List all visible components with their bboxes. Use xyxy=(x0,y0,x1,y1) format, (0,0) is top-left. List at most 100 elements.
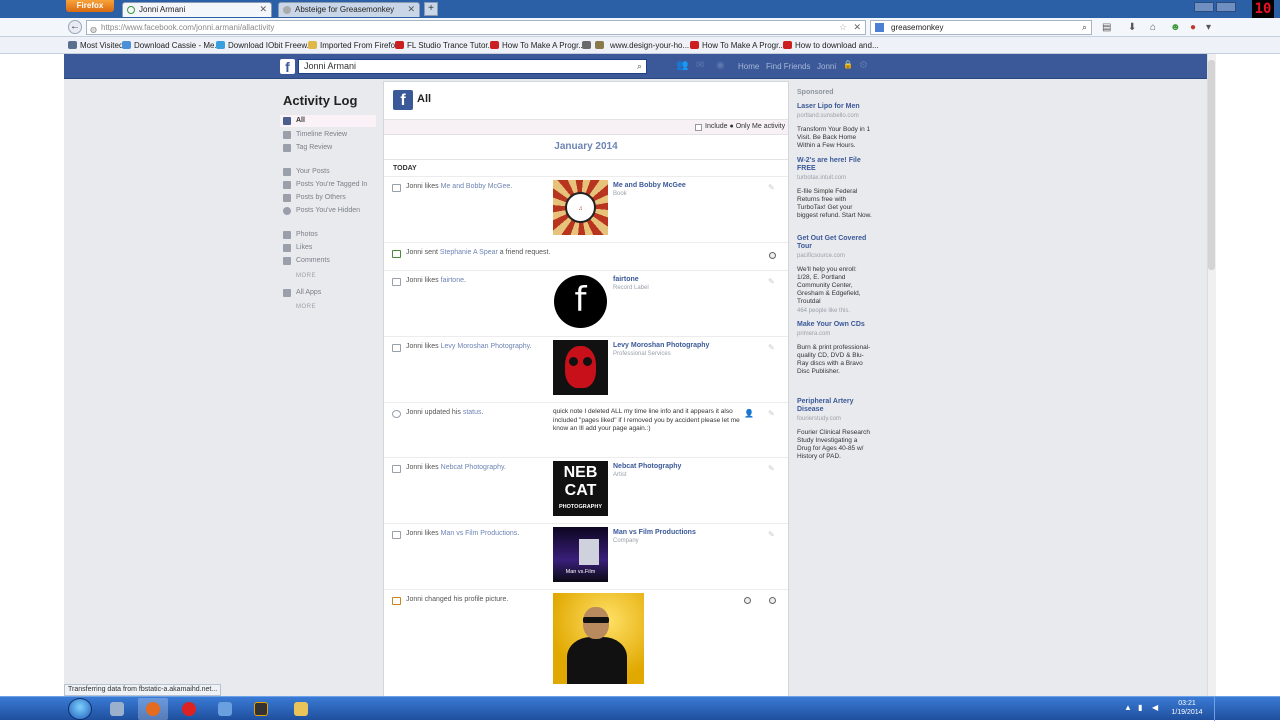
page-thumbnail[interactable]: f xyxy=(553,274,608,329)
clock[interactable]: 03:21 1/19/2014 xyxy=(1168,699,1206,717)
bookmark-item[interactable]: www.design-your-ho... xyxy=(582,37,689,54)
greasemonkey-icon[interactable]: ☻ xyxy=(1170,22,1181,33)
page-thumbnail[interactable] xyxy=(553,340,608,395)
edit-pencil-icon[interactable]: ✎ xyxy=(768,343,775,352)
privacy-icon[interactable] xyxy=(769,252,776,259)
show-desktop-button[interactable] xyxy=(1214,697,1220,721)
tray-arrow-icon[interactable]: ▲ xyxy=(1124,703,1132,712)
close-tab-icon[interactable]: ✕ xyxy=(407,3,415,16)
find-friends-link[interactable]: Find Friends xyxy=(766,62,810,71)
activity-link[interactable]: Stephanie A Spear xyxy=(440,249,498,256)
activity-link[interactable]: status xyxy=(463,409,482,416)
edit-pencil-icon[interactable]: ✎ xyxy=(768,277,775,286)
ad-item[interactable]: W-2's are here! File FREE turbotax.intui… xyxy=(797,157,872,220)
bookmark-item[interactable]: How To Make A Progr... xyxy=(490,37,585,54)
ad-item[interactable]: Laser Lipo for Men portland.sunsbello.co… xyxy=(797,103,872,150)
sidebar-item-posts-by-others[interactable]: Posts by Others xyxy=(280,192,376,204)
facebook-search-input[interactable]: Jonni Armani ⌕ xyxy=(298,59,647,74)
stop-icon[interactable]: ✕ xyxy=(853,21,861,34)
facebook-logo[interactable]: f xyxy=(280,59,295,75)
page-name-link[interactable]: fairtone xyxy=(613,276,639,283)
ad-title[interactable]: Make Your Own CDs xyxy=(797,321,872,329)
sidebar-item-all[interactable]: All xyxy=(280,115,376,127)
settings-gear-icon[interactable]: ⚙ xyxy=(859,60,868,71)
sidebar-item-tagged[interactable]: Posts You're Tagged In xyxy=(280,179,376,191)
bookmark-item[interactable]: Download Cassie - Me... xyxy=(122,37,221,54)
ad-title[interactable]: Get Out Get Covered Tour xyxy=(797,235,872,251)
home-link[interactable]: Home xyxy=(738,62,759,71)
public-globe-icon[interactable] xyxy=(744,597,751,604)
ad-title[interactable]: Laser Lipo for Men xyxy=(797,103,872,111)
sidebar-item-comments[interactable]: Comments xyxy=(280,255,376,267)
page-name-link[interactable]: Nebcat Photography xyxy=(613,463,681,470)
bookmark-item[interactable]: How To Make A Progr... xyxy=(690,37,785,54)
bookmark-item[interactable]: Most Visited xyxy=(68,37,123,54)
ad-item[interactable]: Peripheral Artery Disease fourierstudy.c… xyxy=(797,398,872,461)
new-tab-button[interactable]: + xyxy=(424,2,438,16)
sidebar-item-hidden[interactable]: Posts You've Hidden xyxy=(280,205,376,217)
scrollbar-thumb[interactable] xyxy=(1208,60,1215,270)
more-link[interactable]: MORE xyxy=(296,304,316,310)
edit-pencil-icon[interactable]: ✎ xyxy=(768,464,775,473)
start-button[interactable] xyxy=(68,698,92,720)
messages-icon[interactable]: ✉ xyxy=(696,60,704,71)
ad-title[interactable]: W-2's are here! File FREE xyxy=(797,157,872,173)
firefox-menu-button[interactable]: Firefox xyxy=(66,0,114,12)
ad-title[interactable]: Peripheral Artery Disease xyxy=(797,398,872,414)
friends-privacy-icon[interactable]: 👤 xyxy=(744,409,754,418)
more-link[interactable]: MORE xyxy=(296,273,316,279)
ad-item[interactable]: Get Out Get Covered Tour pacificsource.c… xyxy=(797,235,872,315)
profile-picture-thumbnail[interactable] xyxy=(553,593,644,684)
download-icon[interactable]: ⬇ xyxy=(1128,22,1136,33)
activity-link[interactable]: Me and Bobby McGee xyxy=(441,183,511,190)
minimize-button[interactable] xyxy=(1194,2,1214,12)
bookmark-item[interactable]: Imported From Firefox xyxy=(308,37,399,54)
sidebar-item-tag-review[interactable]: Tag Review xyxy=(280,142,376,154)
sidebar-item-likes[interactable]: Likes xyxy=(280,242,376,254)
taskbar-app-firefox[interactable] xyxy=(138,698,168,720)
network-tray-icon[interactable]: ▮ xyxy=(1138,703,1142,712)
taskbar-app-network[interactable] xyxy=(210,698,240,720)
privacy-shortcuts-icon[interactable]: 🔒 xyxy=(843,60,853,69)
url-bar[interactable]: ◍ https://www.facebook.com/jonni.armani/… xyxy=(86,20,866,35)
edit-pencil-icon[interactable]: ✎ xyxy=(768,530,775,539)
close-tab-icon[interactable]: ✕ xyxy=(259,3,267,16)
sidebar-item-timeline-review[interactable]: Timeline Review xyxy=(280,129,376,141)
sidebar-item-your-posts[interactable]: Your Posts xyxy=(280,166,376,178)
edit-pencil-icon[interactable]: ✎ xyxy=(768,409,775,418)
taskbar-app-blocked[interactable] xyxy=(174,698,204,720)
include-only-me-checkbox[interactable] xyxy=(695,124,702,131)
page-thumbnail[interactable]: Man vs.Film xyxy=(553,527,608,582)
bookmark-item[interactable]: Download IObit Freew... xyxy=(216,37,313,54)
taskbar-app-explorer[interactable] xyxy=(286,698,316,720)
menu-icon[interactable]: ▾ xyxy=(1206,22,1211,33)
edit-pencil-icon[interactable]: ✎ xyxy=(768,183,775,192)
sidebar-item-photos[interactable]: Photos xyxy=(280,229,376,241)
page-thumbnail[interactable]: NEB CAT PHOTOGRAPHY xyxy=(553,461,608,516)
friend-requests-icon[interactable]: 👥 xyxy=(676,60,688,71)
search-bar[interactable]: greasemonkey ⌕ xyxy=(870,20,1092,35)
sidebar-item-all-apps[interactable]: All Apps xyxy=(280,287,376,299)
bookmark-item[interactable]: How to download and... xyxy=(783,37,879,54)
page-name-link[interactable]: Me and Bobby McGee xyxy=(613,182,686,189)
activity-link[interactable]: fairtone xyxy=(441,277,464,284)
page-name-link[interactable]: Man vs Film Productions xyxy=(613,529,696,536)
maximize-button[interactable] xyxy=(1216,2,1236,12)
page-name-link[interactable]: Levy Moroshan Photography xyxy=(613,342,709,349)
search-icon[interactable]: ⌕ xyxy=(637,60,642,73)
bookmark-star-icon[interactable]: ☆ xyxy=(839,21,847,34)
search-icon[interactable]: ⌕ xyxy=(1082,21,1087,34)
volume-icon[interactable]: ◀ xyxy=(1152,703,1158,712)
ad-item[interactable]: Make Your Own CDs primera.com Burn & pri… xyxy=(797,321,872,376)
activity-link[interactable]: Levy Moroshan Photography xyxy=(441,343,530,350)
activity-link[interactable]: Nebcat Photography xyxy=(441,464,504,471)
tab-absteige[interactable]: Absteige for Greasemonkey ✕ xyxy=(278,2,420,17)
taskbar-app-search[interactable] xyxy=(102,698,132,720)
bookmarks-menu-icon[interactable]: ▤ xyxy=(1102,22,1111,33)
bookmark-item[interactable]: FL Studio Trance Tutor... xyxy=(395,37,494,54)
page-thumbnail[interactable]: ♫ xyxy=(553,180,608,235)
profile-link[interactable]: Jonni xyxy=(817,62,836,71)
tab-jonni-armani[interactable]: Jonni Armani ✕ xyxy=(122,2,272,17)
home-icon[interactable]: ⌂ xyxy=(1150,22,1156,33)
addon-icon[interactable]: ● xyxy=(1190,22,1196,33)
